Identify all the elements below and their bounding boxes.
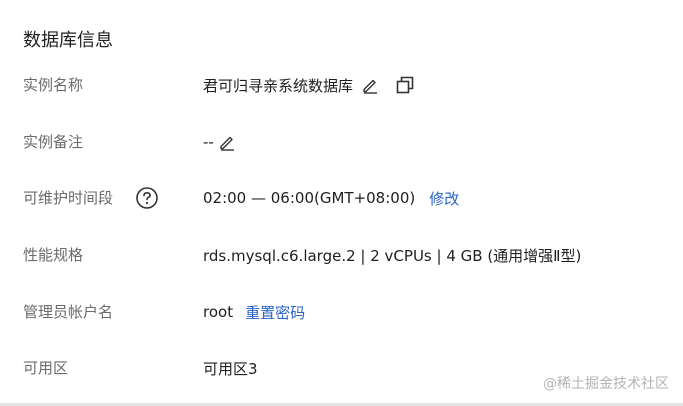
maintenance-window-value-group: 02:00 — 06:00(GMT+08:00) 修改	[203, 183, 459, 213]
availability-zone-label: 可用区	[23, 359, 69, 377]
database-info-panel: 数据库信息 实例名称 君可归寻亲系统数据库 实例备注 -- 可维护时间段 02:…	[0, 0, 683, 406]
section-title: 数据库信息	[23, 30, 113, 51]
maintenance-window-label: 可维护时间段	[23, 189, 114, 207]
row-instance-note: 实例备注 --	[0, 127, 683, 157]
admin-account-label: 管理员帐户名	[23, 303, 114, 321]
performance-spec-value: rds.mysql.c6.large.2 | 2 vCPUs | 4 GB (通…	[203, 246, 582, 265]
copy-instance-name-copy-icon[interactable]	[395, 75, 415, 95]
availability-zone-value-group: 可用区3	[203, 353, 258, 383]
admin-account-value: root	[203, 303, 234, 321]
instance-name-value-group: 君可归寻亲系统数据库	[203, 70, 415, 100]
performance-spec-value-group: rds.mysql.c6.large.2 | 2 vCPUs | 4 GB (通…	[203, 240, 581, 270]
instance-note-value: --	[203, 133, 214, 151]
instance-note-label: 实例备注	[23, 133, 84, 151]
watermark: @稀土掘金技术社区	[543, 376, 669, 392]
maintenance-window-value: 02:00 — 06:00(GMT+08:00)	[203, 189, 416, 207]
row-instance-name: 实例名称 君可归寻亲系统数据库	[0, 70, 683, 100]
edit-instance-note-pencil-icon[interactable]	[218, 133, 236, 151]
row-maintenance-window: 可维护时间段 02:00 — 06:00(GMT+08:00) 修改	[0, 183, 683, 213]
availability-zone-value: 可用区3	[203, 359, 258, 378]
modify-maintenance-link[interactable]: 修改	[429, 188, 459, 209]
admin-account-value-group: root 重置密码	[203, 297, 305, 327]
edit-instance-name-pencil-icon[interactable]	[361, 76, 379, 94]
instance-name-value: 君可归寻亲系统数据库	[203, 76, 354, 95]
instance-note-value-group: --	[203, 127, 236, 157]
row-admin-account: 管理员帐户名 root 重置密码	[0, 297, 683, 327]
instance-name-label: 实例名称	[23, 76, 84, 94]
reset-password-link[interactable]: 重置密码	[245, 302, 305, 323]
question-circle-icon[interactable]	[135, 186, 159, 210]
row-performance-spec: 性能规格 rds.mysql.c6.large.2 | 2 vCPUs | 4 …	[0, 240, 683, 270]
performance-spec-label: 性能规格	[23, 246, 84, 264]
